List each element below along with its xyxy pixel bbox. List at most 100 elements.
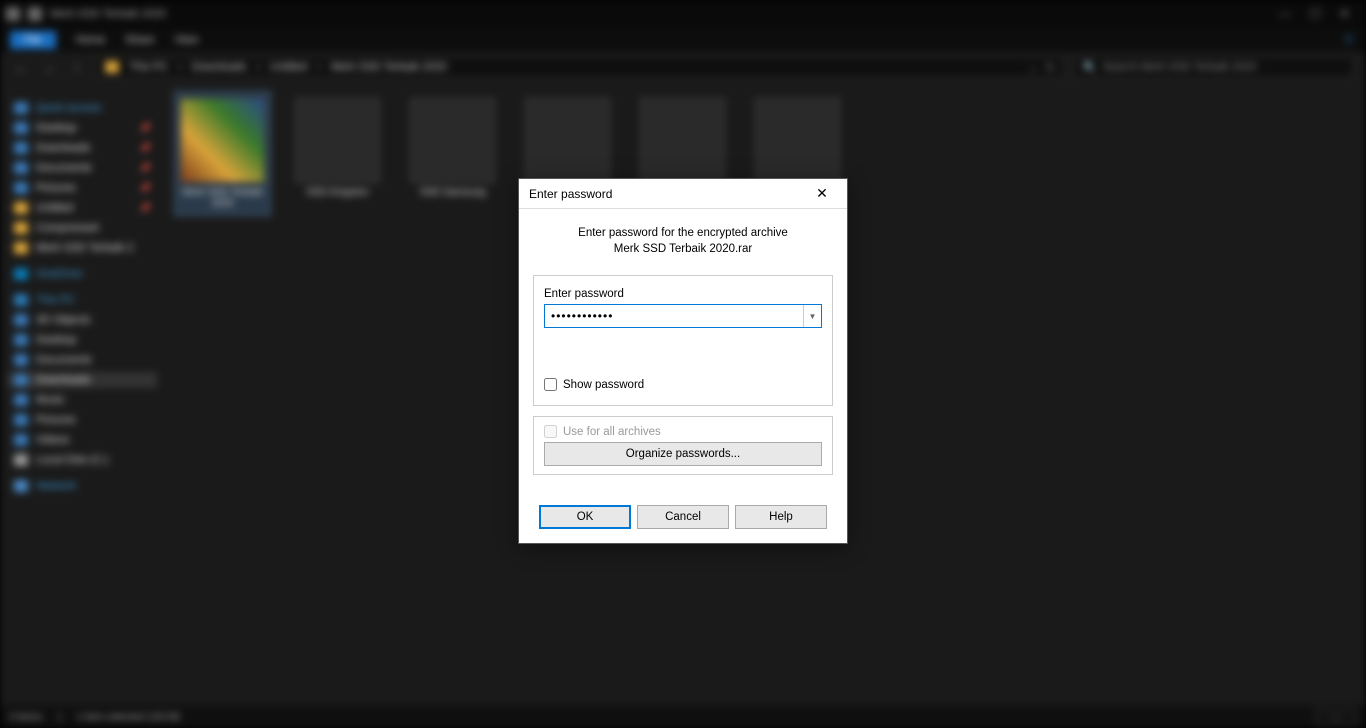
- ribbon-tab-home[interactable]: Home: [76, 34, 105, 46]
- sidebar-item-pictures[interactable]: Pictures📌: [8, 180, 157, 196]
- image-icon: [755, 98, 840, 183]
- breadcrumb[interactable]: This PC› Downloads› Untitled› Merk SSD T…: [96, 56, 1064, 78]
- sidebar-item-desktop[interactable]: Desktop📌: [8, 120, 157, 136]
- breadcrumb-part[interactable]: This PC: [129, 61, 168, 73]
- breadcrumb-part[interactable]: Downloads: [192, 61, 246, 73]
- file-thumb[interactable]: SSD Samsung: [405, 92, 500, 204]
- sidebar-item-videos[interactable]: Videos: [8, 432, 157, 448]
- refresh-icon[interactable]: ↻: [1046, 61, 1055, 74]
- downloads-icon: [14, 142, 28, 154]
- breadcrumb-part[interactable]: Merk SSD Terbaik 2020: [331, 61, 447, 73]
- ribbon-tab-share[interactable]: Share: [125, 34, 154, 46]
- pc-icon: [14, 294, 28, 306]
- sidebar-item-desktop2[interactable]: Desktop: [8, 332, 157, 348]
- sidebar-item-3dobjects[interactable]: 3D Objects: [8, 312, 157, 328]
- close-icon: ✕: [816, 185, 828, 202]
- folder-icon: [105, 61, 119, 73]
- downloads-icon: [14, 374, 28, 386]
- use-all-input: [544, 425, 557, 438]
- view-details-icon[interactable]: [1316, 710, 1334, 724]
- file-thumb[interactable]: SSD Kingston: [290, 92, 385, 204]
- status-selection: 1 item selected 129 KB: [77, 712, 180, 723]
- sidebar-item-compressed[interactable]: Compressed: [8, 220, 157, 236]
- dialog-buttons: OK Cancel Help: [519, 495, 847, 543]
- sidebar-item-pictures2[interactable]: Pictures: [8, 412, 157, 428]
- nav-up-icon[interactable]: ↑: [68, 58, 86, 76]
- pictures-icon: [14, 182, 28, 194]
- image-icon: [410, 98, 495, 183]
- window-title: Merk SSD Terbaik 2020: [50, 8, 166, 20]
- sidebar-quick-access[interactable]: Quick access: [8, 100, 157, 116]
- desktop-icon: [14, 122, 28, 134]
- ribbon-file-tab[interactable]: File: [10, 31, 56, 49]
- pin-icon: 📌: [140, 203, 151, 214]
- statusbar: 6 items | 1 item selected 129 KB: [0, 706, 1366, 728]
- image-icon: [295, 98, 380, 183]
- organize-passwords-button[interactable]: Organize passwords...: [544, 442, 822, 466]
- folder-icon: [14, 242, 28, 254]
- dialog-title: Enter password: [529, 187, 612, 201]
- nav-back-icon[interactable]: ←: [12, 58, 30, 76]
- archive-options-group: Use for all archives Organize passwords.…: [533, 416, 833, 475]
- sidebar-onedrive[interactable]: OneDrive: [8, 266, 157, 282]
- image-icon: [525, 98, 610, 183]
- sidebar-item-documents[interactable]: Documents📌: [8, 160, 157, 176]
- nav-forward-icon[interactable]: →: [40, 58, 58, 76]
- documents-icon: [14, 162, 28, 174]
- sidebar-item-localdisk[interactable]: Local Disk (C:): [8, 452, 157, 468]
- sidebar-item-merk-ssd[interactable]: Merk SSD Terbaik 2: [8, 240, 157, 256]
- folder-icon: [14, 202, 28, 214]
- onedrive-icon: [14, 268, 28, 280]
- show-password-checkbox[interactable]: Show password: [544, 378, 822, 391]
- desktop-icon: [14, 334, 28, 346]
- sidebar-item-music[interactable]: Music: [8, 392, 157, 408]
- minimize-icon[interactable]: —: [1278, 6, 1291, 22]
- chevron-down-icon: ▼: [809, 312, 817, 321]
- password-dropdown[interactable]: ▼: [803, 305, 821, 327]
- dialog-close-button[interactable]: ✕: [807, 182, 837, 206]
- sidebar-this-pc[interactable]: This PC: [8, 292, 157, 308]
- pin-icon: 📌: [140, 183, 151, 194]
- cancel-button[interactable]: Cancel: [637, 505, 729, 529]
- videos-icon: [14, 434, 28, 446]
- show-password-input[interactable]: [544, 378, 557, 391]
- sidebar-item-documents2[interactable]: Documents: [8, 352, 157, 368]
- music-icon: [14, 394, 28, 406]
- password-input[interactable]: [545, 305, 803, 327]
- pin-icon: 📌: [140, 163, 151, 174]
- close-icon[interactable]: ✕: [1339, 6, 1350, 22]
- network-icon: [14, 480, 28, 492]
- folder-icon: [14, 222, 28, 234]
- search-input[interactable]: 🔍 Search Merk SSD Terbaik 2020: [1074, 56, 1354, 78]
- folder-icon: [6, 7, 20, 21]
- image-icon: [640, 98, 725, 183]
- address-bar: ← → ↑ This PC› Downloads› Untitled› Merk…: [0, 52, 1366, 82]
- help-icon[interactable]: ?: [1344, 32, 1366, 48]
- dialog-message: Enter password for the encrypted archive…: [533, 225, 833, 257]
- help-button[interactable]: Help: [735, 505, 827, 529]
- use-all-checkbox: Use for all archives: [544, 425, 822, 438]
- pin-icon: 📌: [140, 143, 151, 154]
- search-icon: 🔍: [1083, 61, 1097, 74]
- chevron-down-icon[interactable]: ⌄: [1029, 61, 1038, 74]
- disk-icon: [14, 454, 28, 466]
- sidebar-item-untitled[interactable]: Untitled📌: [8, 200, 157, 216]
- ribbon: File Home Share View ?: [0, 28, 1366, 52]
- file-thumb-rar[interactable]: Merk SSD Terbaik 2020: [175, 92, 270, 215]
- sidebar-network[interactable]: Network: [8, 478, 157, 494]
- maximize-icon[interactable]: ☐: [1309, 6, 1321, 22]
- ribbon-tab-view[interactable]: View: [174, 34, 198, 46]
- breadcrumb-part[interactable]: Untitled: [270, 61, 307, 73]
- 3dobjects-icon: [14, 314, 28, 326]
- sidebar-item-downloads[interactable]: Downloads📌: [8, 140, 157, 156]
- titlebar: Merk SSD Terbaik 2020 — ☐ ✕: [0, 0, 1366, 28]
- search-placeholder: Search Merk SSD Terbaik 2020: [1103, 61, 1257, 73]
- password-group: Enter password ▼ Show password: [533, 275, 833, 406]
- sidebar-item-downloads2[interactable]: Downloads: [8, 372, 157, 388]
- dialog-titlebar[interactable]: Enter password ✕: [519, 179, 847, 209]
- sidebar: Quick access Desktop📌 Downloads📌 Documen…: [0, 82, 165, 702]
- status-item-count: 6 items: [10, 712, 42, 723]
- documents-icon: [14, 354, 28, 366]
- view-thumbs-icon[interactable]: [1338, 710, 1356, 724]
- ok-button[interactable]: OK: [539, 505, 631, 529]
